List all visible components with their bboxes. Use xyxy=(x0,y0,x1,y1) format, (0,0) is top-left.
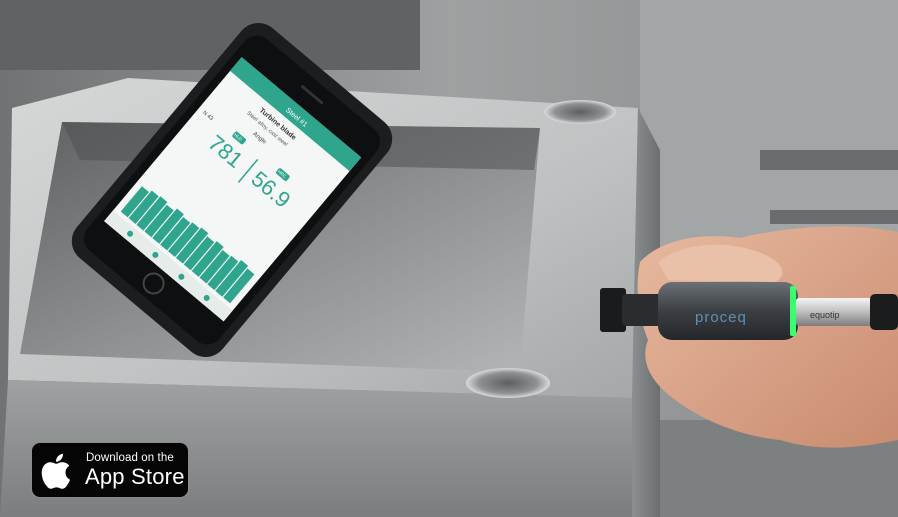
photo-scene: Steel #1 Turbine blade Steel alloy, cast… xyxy=(0,0,898,517)
probe-led-ring xyxy=(790,286,796,336)
probe-cable-connector xyxy=(870,294,898,330)
background-slot xyxy=(770,210,898,224)
background-slot xyxy=(760,150,898,170)
probe-collar xyxy=(622,294,662,326)
bolt-hole-bottom xyxy=(466,368,550,398)
badge-line-1: Download on the xyxy=(86,452,174,464)
probe-model-label: equotip xyxy=(810,310,840,320)
probe-brand-label: proceq xyxy=(695,309,747,326)
badge-line-2: App Store xyxy=(85,464,185,489)
bolt-hole-top xyxy=(544,100,616,124)
background-block-left xyxy=(0,0,420,70)
app-store-badge[interactable]: Download on the App Store xyxy=(31,442,189,498)
apple-logo-icon xyxy=(41,453,70,489)
